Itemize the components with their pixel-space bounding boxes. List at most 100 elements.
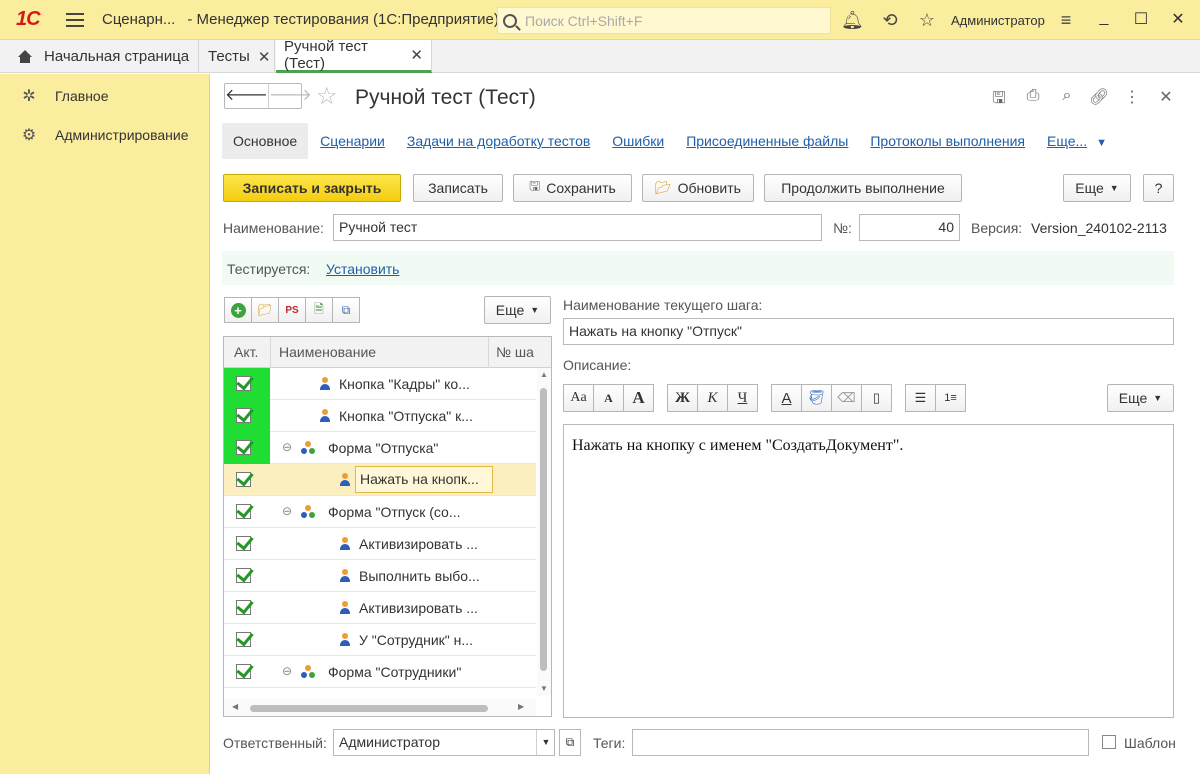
numbered-list-button[interactable]: 1≡: [935, 384, 966, 412]
tags-input[interactable]: [632, 729, 1089, 756]
add-step-button[interactable]: +: [224, 297, 252, 323]
form-tab-main[interactable]: Основное: [222, 123, 309, 159]
responsible-dropdown-icon[interactable]: ▼: [536, 730, 555, 755]
active-checkbox[interactable]: [236, 504, 251, 519]
save-disk-icon[interactable]: 🖫: [989, 87, 1009, 114]
tree-step-row[interactable]: Кнопка "Отпуска" к...: [224, 400, 536, 432]
form-tab-errors[interactable]: Ошибки: [612, 133, 664, 149]
save-close-button[interactable]: Записать и закрыть: [223, 174, 401, 202]
bullet-list-button[interactable]: ☰: [905, 384, 936, 412]
back-button[interactable]: 🡐: [225, 84, 268, 108]
tree-step-row[interactable]: Выполнить выбо...: [224, 560, 536, 592]
tab-tests[interactable]: Тесты ✕: [200, 40, 275, 73]
settings-lines-icon[interactable]: ≡: [1055, 10, 1077, 30]
open-responsible-icon[interactable]: ⧉: [559, 729, 581, 756]
copy-button[interactable]: 🗎︎: [305, 297, 333, 323]
tree-group-row[interactable]: ⊖ Форма "Отпуска": [224, 432, 536, 464]
link-icon[interactable]: 🔗︎: [1089, 87, 1109, 107]
tree-step-row[interactable]: Нажать на кнопк...: [224, 464, 536, 496]
more-vertical-icon[interactable]: ⋮: [1122, 87, 1142, 107]
tree-group-row[interactable]: ⊖ Форма "Отпуск (со...: [224, 496, 536, 528]
active-checkbox[interactable]: [236, 472, 251, 487]
active-checkbox[interactable]: [236, 376, 251, 391]
step-name-input[interactable]: Нажать на кнопку "Отпуск": [563, 318, 1174, 345]
collapse-icon[interactable]: ⊖: [282, 664, 292, 678]
help-button[interactable]: ?: [1143, 174, 1174, 202]
active-checkbox[interactable]: [236, 536, 251, 551]
refresh-button[interactable]: 📂︎ Обновить: [642, 174, 754, 202]
tree-step-row[interactable]: Активизировать ...: [224, 592, 536, 624]
close-icon[interactable]: ✕: [258, 48, 271, 66]
tree-item-name[interactable]: Нажать на кнопк...: [355, 466, 493, 493]
bold-button[interactable]: Ж: [667, 384, 698, 412]
search-input[interactable]: Поиск Ctrl+Shift+F: [497, 7, 831, 34]
bell-icon[interactable]: 🔔︎: [841, 10, 864, 30]
collapse-icon[interactable]: ⊖: [282, 504, 292, 518]
picture-button[interactable]: ▯: [861, 384, 892, 412]
col-step-number[interactable]: № ша: [496, 344, 534, 360]
sidebar-item-admin[interactable]: ⚙ Администрирование: [20, 125, 189, 145]
tree-horizontal-scrollbar[interactable]: ◀ ▶: [224, 699, 536, 716]
tree-group-row[interactable]: ⊖ Форма "Сотрудники": [224, 656, 536, 688]
form-tab-more-label: Еще...: [1047, 133, 1088, 149]
text-color-button[interactable]: A: [771, 384, 802, 412]
active-checkbox[interactable]: [236, 408, 251, 423]
description-editor[interactable]: Нажать на кнопку с именем "СоздатьДокуме…: [563, 424, 1174, 718]
template-checkbox[interactable]: [1102, 735, 1116, 749]
tested-set-link[interactable]: Установить: [326, 261, 399, 277]
star-icon[interactable]: ☆: [916, 10, 938, 30]
favorite-star-icon[interactable]: ☆: [316, 82, 338, 111]
form-tab-protocols[interactable]: Протоколы выполнения: [870, 133, 1025, 149]
preview-icon[interactable]: ⌕: [1057, 87, 1077, 105]
form-tab-files[interactable]: Присоединенные файлы: [686, 133, 848, 149]
font-shrink-button[interactable]: A: [593, 384, 624, 412]
sidebar-item-main[interactable]: ✲ Главное: [20, 86, 108, 106]
name-input[interactable]: Ручной тест: [333, 214, 822, 241]
active-checkbox[interactable]: [236, 664, 251, 679]
tab-home[interactable]: Начальная страница: [10, 40, 199, 73]
number-input[interactable]: 40: [859, 214, 960, 241]
form-tab-scenarios[interactable]: Сценарии: [320, 133, 385, 149]
underline-button[interactable]: Ч: [727, 384, 758, 412]
forward-button[interactable]: 🡒: [267, 84, 312, 108]
tree-step-row[interactable]: Активизировать ...: [224, 528, 536, 560]
close-form-icon[interactable]: ✕: [1156, 87, 1176, 107]
form-tab-more[interactable]: Еще... ▼: [1047, 133, 1107, 149]
history-icon[interactable]: ⟲: [879, 10, 901, 30]
print-icon[interactable]: ⎙: [1023, 87, 1043, 105]
tree-step-row[interactable]: У "Сотрудник" н...: [224, 624, 536, 656]
store-button[interactable]: 🖫 Сохранить: [513, 174, 632, 202]
active-checkbox[interactable]: [236, 600, 251, 615]
minimize-button[interactable]: _: [1093, 9, 1115, 27]
add-group-button[interactable]: 📁︎: [251, 297, 279, 323]
active-checkbox[interactable]: [236, 568, 251, 583]
tree-vertical-scrollbar[interactable]: ▲ ▼: [537, 368, 551, 696]
continue-button[interactable]: Продолжить выполнение: [764, 174, 962, 202]
close-icon[interactable]: ✕: [410, 46, 423, 64]
current-user[interactable]: Администратор: [951, 13, 1045, 28]
more-actions-button[interactable]: Еще ▼: [1063, 174, 1131, 202]
font-grow-button[interactable]: Aa: [563, 384, 594, 412]
active-checkbox[interactable]: [236, 440, 251, 455]
col-name[interactable]: Наименование: [279, 344, 376, 360]
tree-step-row[interactable]: Кнопка "Кадры" ко...: [224, 368, 536, 400]
add-ps-button[interactable]: PS: [278, 297, 306, 323]
collapse-icon[interactable]: ⊖: [282, 440, 292, 454]
tab-manual-test[interactable]: Ручной тест (Тест) ✕: [276, 38, 432, 73]
tab-label: Ручной тест (Тест): [284, 38, 368, 72]
background-color-button[interactable]: 🪣︎: [801, 384, 832, 412]
active-checkbox[interactable]: [236, 632, 251, 647]
clear-format-button[interactable]: ⌫: [831, 384, 862, 412]
tree-more-button[interactable]: Еще ▼: [484, 296, 551, 324]
menu-icon[interactable]: [66, 12, 84, 27]
responsible-input[interactable]: Администратор: [333, 729, 555, 756]
col-active[interactable]: Акт.: [234, 344, 258, 360]
form-tab-tasks[interactable]: Задачи на доработку тестов: [407, 133, 590, 149]
format-more-button[interactable]: Еще ▼: [1107, 384, 1174, 412]
font-large-button[interactable]: A: [623, 384, 654, 412]
move-button[interactable]: ⧉: [332, 297, 360, 323]
close-window-button[interactable]: ✕: [1167, 9, 1189, 29]
italic-button[interactable]: К: [697, 384, 728, 412]
maximize-button[interactable]: ☐: [1130, 9, 1152, 29]
write-button[interactable]: Записать: [413, 174, 503, 202]
